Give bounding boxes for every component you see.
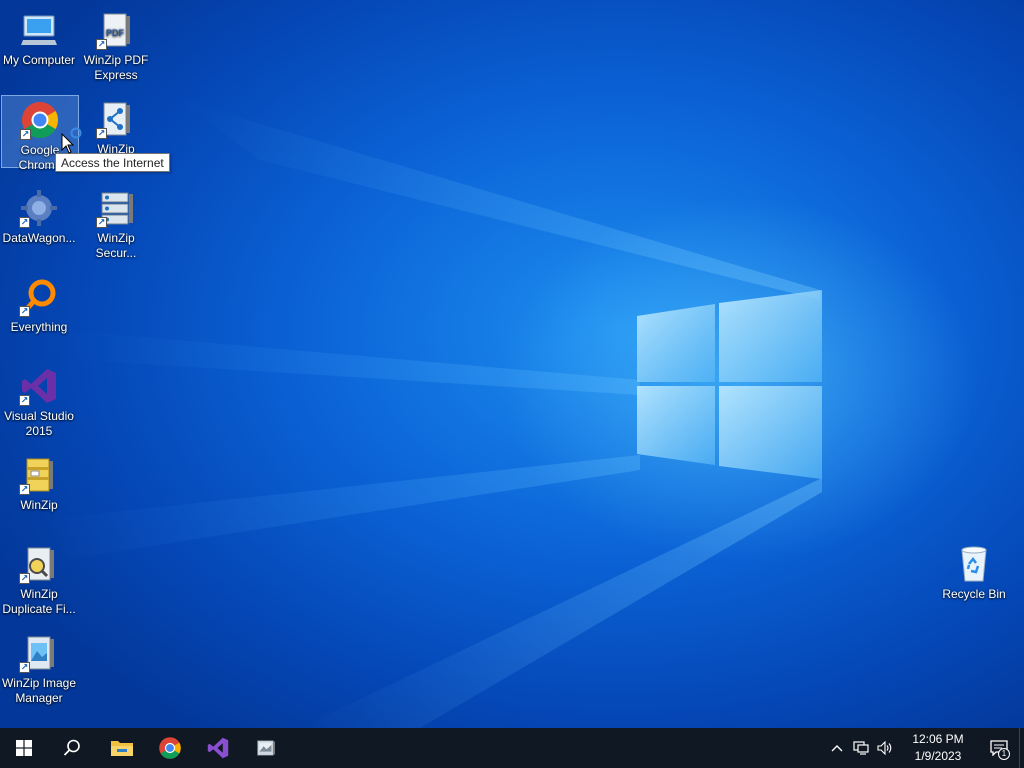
windows-logo-icon	[16, 740, 32, 756]
everything-icon: ↗	[19, 277, 59, 317]
desktop-icon-label: DataWagon...	[2, 231, 76, 245]
show-desktop-button[interactable]	[1019, 728, 1024, 768]
desktop[interactable]: My Computer ↗ Google Chrome ↗ DataWagon.…	[0, 0, 1024, 728]
shortcut-arrow-icon: ↗	[96, 217, 107, 228]
desktop-icon-winzip-duplicate-finder[interactable]: ↗ WinZip Duplicate Fi...	[0, 540, 78, 617]
desktop-icon-winzip-secure[interactable]: ↗ WinZip Secur...	[77, 184, 155, 261]
chrome-icon	[159, 737, 181, 759]
shortcut-arrow-icon: ↗	[96, 39, 107, 50]
winzip-icon: ↗	[19, 455, 59, 495]
desktop-icon-winzip-pdf-express[interactable]: PDF ↗ WinZip PDF Express	[77, 6, 155, 83]
start-button[interactable]	[0, 728, 48, 768]
visual-studio-icon: ↗	[19, 366, 59, 406]
folder-icon	[111, 741, 133, 756]
taskbar-visual-studio[interactable]	[194, 728, 242, 768]
shortcut-arrow-icon: ↗	[19, 395, 30, 406]
taskbar-winzip-image-manager[interactable]	[242, 728, 290, 768]
winzip-secure-icon: ↗	[96, 188, 136, 228]
network-icon	[853, 741, 869, 755]
taskbar-chrome[interactable]	[146, 728, 194, 768]
desktop-icon-label: WinZip Duplicate Fi...	[2, 587, 76, 616]
winzip-share-icon: ↗	[96, 99, 136, 139]
desktop-icon-my-computer[interactable]: My Computer	[0, 6, 78, 68]
clock[interactable]: 12:06 PM 1/9/2023	[903, 731, 973, 765]
shortcut-arrow-icon: ↗	[96, 128, 107, 139]
winzip-duplicate-icon: ↗	[19, 544, 59, 584]
desktop-icon-recycle-bin[interactable]: Recycle Bin	[935, 540, 1013, 602]
pdf-icon: PDF ↗	[96, 10, 136, 50]
desktop-icon-winzip-share[interactable]: ↗ WinZip	[77, 95, 155, 157]
taskbar-file-explorer[interactable]	[98, 728, 146, 768]
desktop-icon-label: WinZip	[20, 498, 58, 512]
desktop-icon-label: Visual Studio 2015	[4, 409, 74, 438]
clock-date: 1/9/2023	[914, 749, 962, 763]
desktop-icon-label: WinZip Secur...	[95, 231, 137, 260]
desktop-icon-winzip-image-manager[interactable]: ↗ WinZip Image Manager	[0, 629, 78, 706]
clock-time: 12:06 PM	[912, 732, 964, 746]
datawagon-icon: ↗	[19, 188, 59, 228]
system-tray: 12:06 PM 1/9/2023 1	[825, 728, 1024, 768]
network-button[interactable]	[849, 728, 873, 768]
desktop-icon-label: Recycle Bin	[942, 587, 1006, 601]
shortcut-arrow-icon: ↗	[19, 484, 30, 495]
taskbar: 12:06 PM 1/9/2023 1	[0, 728, 1024, 768]
chrome-icon: ↗	[20, 100, 60, 140]
svg-text:PDF: PDF	[106, 28, 125, 38]
busy-spinner-icon	[70, 127, 82, 139]
shortcut-arrow-icon: ↗	[19, 217, 30, 228]
shortcut-arrow-icon: ↗	[20, 129, 31, 140]
desktop-icon-winzip[interactable]: ↗ WinZip	[0, 451, 78, 513]
speaker-icon	[877, 741, 892, 755]
show-hidden-icons-button[interactable]	[825, 728, 849, 768]
desktop-icon-visual-studio-2015[interactable]: ↗ Visual Studio 2015	[0, 362, 78, 439]
desktop-icon-label: WinZip Image Manager	[1, 676, 77, 705]
shortcut-arrow-icon: ↗	[19, 306, 30, 317]
volume-button[interactable]	[873, 728, 897, 768]
computer-icon	[19, 10, 59, 50]
desktop-icon-label: Everything	[10, 320, 68, 334]
winzip-image-icon: ↗	[19, 633, 59, 673]
chevron-up-icon	[831, 745, 843, 752]
search-icon	[63, 739, 80, 756]
recycle-bin-icon	[954, 544, 994, 584]
search-button[interactable]	[48, 728, 96, 768]
winzip-image-icon	[257, 740, 275, 756]
visual-studio-icon	[207, 737, 229, 759]
shortcut-arrow-icon: ↗	[19, 662, 30, 673]
desktop-icon-everything[interactable]: ↗ Everything	[0, 273, 78, 335]
desktop-icon-label: My Computer	[2, 53, 76, 67]
desktop-icon-label: WinZip PDF Express	[83, 53, 149, 82]
shortcut-arrow-icon: ↗	[19, 573, 30, 584]
notification-count-badge: 1	[998, 748, 1010, 760]
action-center-button[interactable]: 1	[979, 728, 1019, 768]
desktop-icon-datawagon[interactable]: ↗ DataWagon...	[0, 184, 78, 246]
tooltip: Access the Internet	[55, 153, 170, 172]
